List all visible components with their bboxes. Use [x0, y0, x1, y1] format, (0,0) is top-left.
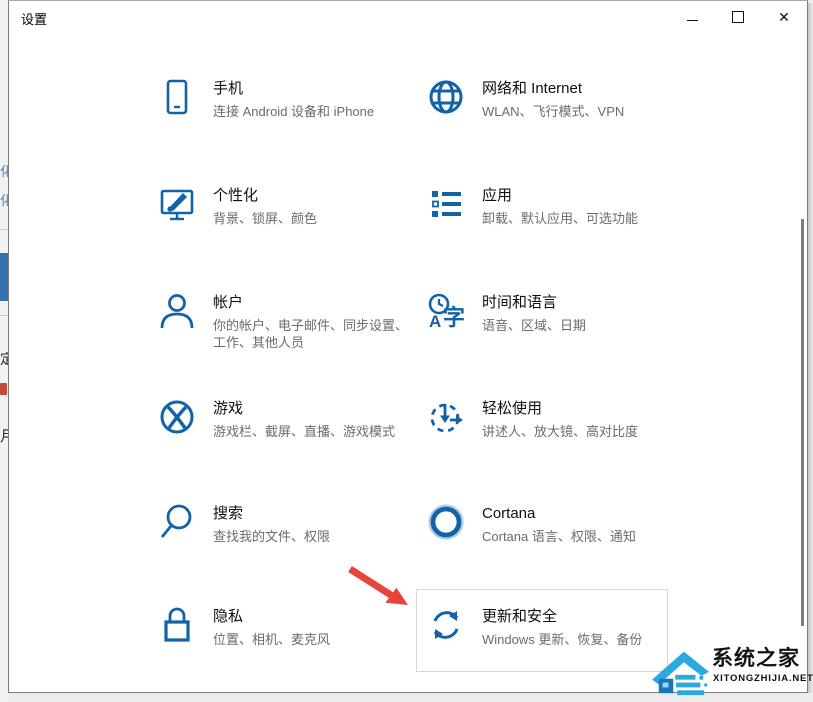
- tile-subtitle: Windows 更新、恢复、备份: [482, 631, 642, 648]
- minimize-button[interactable]: [669, 1, 715, 33]
- annotation-arrow-icon: [333, 561, 418, 613]
- personalization-icon: [157, 184, 197, 224]
- screenshot-root: 化 化 定 月 设置 ✕ 手机连接 Android 设备和 iPhone 网络和 …: [0, 0, 813, 702]
- search-icon: [157, 502, 197, 542]
- tile-subtitle: 背景、锁屏、颜色: [213, 210, 317, 227]
- tile-subtitle: 你的帐户、电子邮件、同步设置、工作、其他人员: [213, 317, 417, 351]
- maximize-button[interactable]: [715, 1, 761, 33]
- tile-text: 网络和 Internet WLAN、飞行模式、VPN: [482, 79, 624, 120]
- divider: [0, 229, 8, 230]
- apps-list-icon: [426, 184, 466, 224]
- tile-subtitle: Cortana 语言、权限、通知: [482, 528, 636, 545]
- tile-subtitle: 连接 Android 设备和 iPhone: [213, 103, 374, 120]
- xbox-icon: [157, 397, 197, 437]
- tile-title: 网络和 Internet: [482, 79, 624, 98]
- person-icon: [157, 291, 197, 331]
- svg-text:A: A: [429, 312, 441, 331]
- tile-text: 手机连接 Android 设备和 iPhone: [213, 79, 374, 120]
- tile-subtitle: 位置、相机、麦克风: [213, 631, 330, 648]
- tile-text: 搜索查找我的文件、权限: [213, 504, 330, 545]
- tile-text: 应用卸载、默认应用、可选功能: [482, 186, 638, 227]
- background-glyph-fragment: 定: [0, 351, 8, 367]
- settings-tile-phone[interactable]: 手机连接 Android 设备和 iPhone: [157, 79, 427, 120]
- clock-language-icon: A字: [426, 291, 466, 331]
- tile-text: 游戏游戏栏、截屏、直播、游戏模式: [213, 399, 395, 440]
- settings-tile-network[interactable]: 网络和 Internet WLAN、飞行模式、VPN: [426, 79, 696, 120]
- background-glyph-fragment: 化: [0, 165, 8, 179]
- background-window-strip: 化 化 定 月: [0, 0, 8, 702]
- phone-icon: [157, 77, 197, 117]
- settings-tile-privacy[interactable]: 隐私位置、相机、麦克风: [157, 607, 427, 648]
- tile-title: 搜索: [213, 504, 330, 523]
- divider: [0, 315, 8, 316]
- settings-tile-cortana[interactable]: Cortana Cortana 语言、权限、通知: [426, 504, 696, 545]
- cortana-icon: [426, 502, 466, 542]
- tile-subtitle: 讲述人、放大镜、高对比度: [482, 423, 638, 440]
- tile-text: 帐户你的帐户、电子邮件、同步设置、工作、其他人员: [213, 293, 417, 351]
- tile-title: 更新和安全: [482, 607, 642, 626]
- tile-text: Cortana Cortana 语言、权限、通知: [482, 504, 636, 545]
- close-icon: ✕: [778, 10, 790, 24]
- window-title: 设置: [21, 9, 47, 28]
- tile-text: 时间和语言语音、区域、日期: [482, 293, 586, 334]
- ease-of-access-icon: [426, 397, 466, 437]
- tile-subtitle: 卸载、默认应用、可选功能: [482, 210, 638, 227]
- tile-text: 轻松使用讲述人、放大镜、高对比度: [482, 399, 638, 440]
- background-selected-item-fragment: [0, 253, 8, 301]
- tile-title: Cortana: [482, 504, 636, 523]
- settings-tile-apps[interactable]: 应用卸载、默认应用、可选功能: [426, 186, 696, 227]
- tile-subtitle: WLAN、飞行模式、VPN: [482, 103, 624, 120]
- tile-title: 时间和语言: [482, 293, 586, 312]
- scrollbar-thumb[interactable]: [801, 219, 804, 626]
- titlebar: 设置 ✕: [9, 1, 807, 41]
- tile-title: 应用: [482, 186, 638, 205]
- settings-tile-ease-of-access[interactable]: 轻松使用讲述人、放大镜、高对比度: [426, 399, 696, 440]
- sync-icon: [426, 605, 466, 645]
- tile-title: 手机: [213, 79, 374, 98]
- tile-title: 隐私: [213, 607, 330, 626]
- tile-title: 游戏: [213, 399, 395, 418]
- tile-text: 隐私位置、相机、麦克风: [213, 607, 330, 648]
- settings-tile-gaming[interactable]: 游戏游戏栏、截屏、直播、游戏模式: [157, 399, 427, 440]
- watermark-name: 系统之家: [712, 642, 800, 672]
- maximize-icon: [732, 11, 744, 23]
- minimize-icon: [687, 20, 698, 21]
- tile-subtitle: 查找我的文件、权限: [213, 528, 330, 545]
- tile-title: 轻松使用: [482, 399, 638, 418]
- tile-title: 帐户: [213, 293, 417, 312]
- background-glyph-fragment: 月: [0, 429, 8, 446]
- close-button[interactable]: ✕: [761, 1, 807, 33]
- tile-subtitle: 游戏栏、截屏、直播、游戏模式: [213, 423, 395, 440]
- tile-text: 个性化背景、锁屏、颜色: [213, 186, 317, 227]
- svg-text:字: 字: [443, 305, 465, 330]
- tile-title: 个性化: [213, 186, 317, 205]
- watermark-reflection: 系统之家 XITONGZHIJIA.NET: [650, 688, 810, 702]
- globe-icon: [426, 77, 466, 117]
- window-shadow: [808, 3, 813, 693]
- tile-subtitle: 语音、区域、日期: [482, 317, 586, 334]
- background-icon-fragment: [0, 383, 7, 395]
- settings-tile-accounts[interactable]: 帐户你的帐户、电子邮件、同步设置、工作、其他人员: [157, 293, 427, 351]
- settings-tile-personalization[interactable]: 个性化背景、锁屏、颜色: [157, 186, 427, 227]
- lock-icon: [157, 605, 197, 645]
- tile-text: 更新和安全 Windows 更新、恢复、备份: [482, 607, 642, 648]
- background-glyph-fragment: 化: [0, 194, 8, 208]
- settings-tile-search[interactable]: 搜索查找我的文件、权限: [157, 504, 427, 545]
- watermark-domain: XITONGZHIJIA.NET: [713, 673, 813, 684]
- settings-tile-time-language[interactable]: A字时间和语言语音、区域、日期: [426, 293, 696, 334]
